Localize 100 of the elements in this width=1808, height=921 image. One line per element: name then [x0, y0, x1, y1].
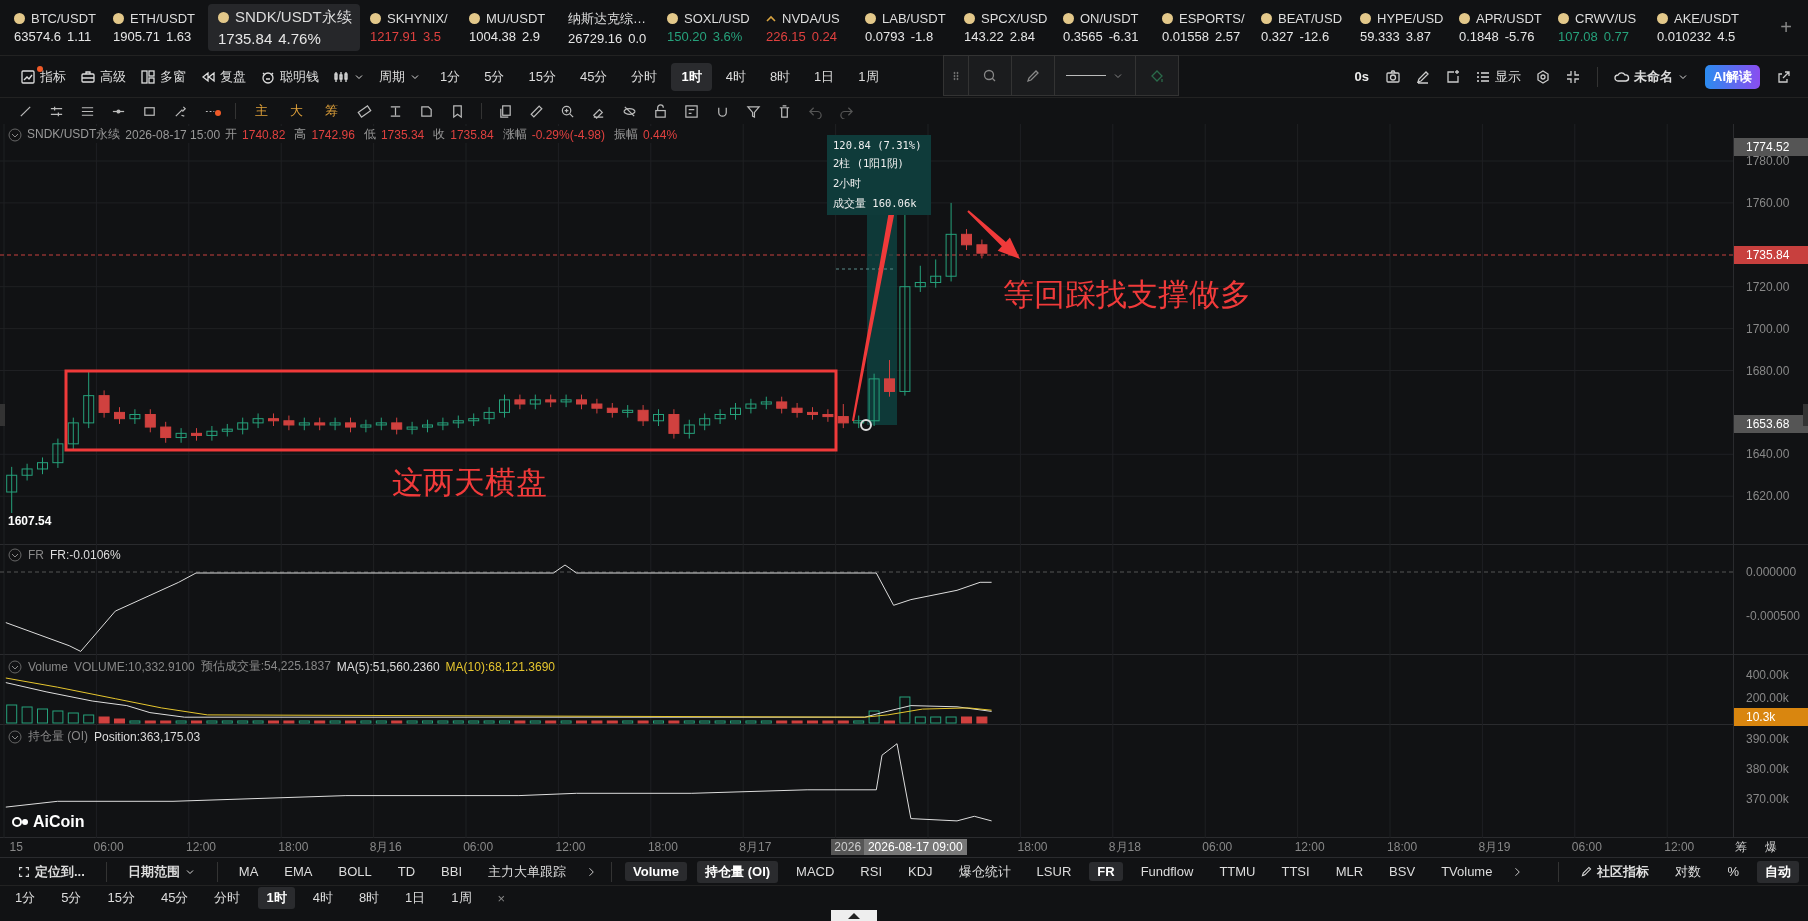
ticker-tab[interactable]: BEAT/USD 0.327 -12.6 — [1257, 7, 1356, 48]
filter-icon[interactable] — [746, 103, 761, 119]
period-tab[interactable]: 1时 — [671, 62, 712, 91]
indicator-tab[interactable]: 主力大单跟踪 — [480, 860, 575, 883]
scale-option[interactable]: % — [1719, 862, 1747, 881]
ticker-tab[interactable]: SKHYNIX/ 1217.91 3.5 — [366, 7, 465, 48]
indicator-tab[interactable]: MLR — [1327, 862, 1372, 881]
drag-handle-icon[interactable] — [950, 69, 962, 82]
briefcase-icon[interactable] — [80, 68, 96, 85]
ticker-tab[interactable]: SNDK/USDT永续 1735.84 4.76% — [208, 4, 360, 51]
toolbar-button[interactable]: 高级 — [74, 63, 132, 90]
ticker-tab[interactable]: ON/USDT 0.3565 -6.31 — [1059, 7, 1158, 48]
share-icon[interactable] — [1776, 68, 1792, 85]
overlay-tool-button[interactable]: 主 — [244, 102, 279, 120]
ticker-tab[interactable]: MU/USDT 1004.38 2.9 — [465, 7, 564, 48]
period-tab[interactable]: 1日 — [397, 887, 434, 909]
range-icon[interactable] — [388, 103, 403, 119]
period-tab[interactable]: 8时 — [350, 887, 388, 909]
collapse-icon[interactable] — [8, 127, 22, 142]
ticker-tab[interactable]: APR/USDT 0.1848 -5.76 — [1455, 7, 1554, 48]
indicator-tab[interactable]: KDJ — [900, 862, 941, 881]
ticker-tab[interactable]: AKE/USDT 0.010232 4.5 — [1653, 7, 1752, 48]
corner-tool[interactable]: 筹 — [1734, 838, 1747, 857]
indicator-tab[interactable]: FR — [1089, 862, 1123, 881]
indicator-tab[interactable]: BSV — [1381, 862, 1424, 881]
overlay-tool-button[interactable]: 筹 — [314, 102, 349, 120]
period-tab[interactable]: 5分 — [53, 887, 90, 909]
ticker-tab[interactable]: BTC/USDT 63574.6 1.11 — [10, 7, 109, 48]
right-handle[interactable] — [1803, 404, 1808, 426]
collapse-icon[interactable] — [8, 548, 22, 562]
overlay-tool-button[interactable]: 大 — [279, 102, 314, 120]
corner-tool[interactable]: 爆 — [1764, 838, 1777, 857]
collapse-icon[interactable] — [8, 729, 22, 744]
ticker-tab[interactable]: NVDA/US 226.15 0.24 — [762, 7, 861, 48]
camera-icon[interactable] — [1385, 68, 1401, 85]
ticker-tab[interactable]: ESPORTS/ 0.01558 2.57 — [1158, 7, 1257, 48]
ticker-tab[interactable]: CRWV/US 107.08 0.77 — [1554, 7, 1653, 48]
period-tab[interactable]: 15分 — [518, 62, 566, 91]
display-button[interactable]: 显示 — [1469, 63, 1527, 90]
left-handle[interactable] — [0, 404, 5, 426]
period-tab[interactable]: 1日 — [804, 62, 845, 91]
indicator-tab[interactable]: TVolume — [1433, 862, 1501, 881]
period-tab[interactable]: 4时 — [304, 887, 341, 909]
ticker-tab[interactable]: 纳斯达克综… 26729.16 0.0 — [564, 5, 663, 50]
indicator-tab[interactable]: MACD — [788, 862, 843, 881]
checklist-icon[interactable] — [684, 103, 699, 119]
ticker-tab[interactable]: SOXL/USD 150.20 3.6% — [663, 7, 762, 48]
indicator-tab[interactable]: 持仓量 (OI) — [697, 860, 779, 883]
period-tab[interactable]: 1时 — [258, 887, 295, 909]
add-symbol-button[interactable]: + — [1764, 16, 1808, 39]
community-button[interactable]: 社区指标 — [1572, 860, 1658, 883]
indicator-tab[interactable]: TTMU — [1211, 862, 1264, 881]
hexagon-icon[interactable] — [1535, 68, 1551, 85]
measure-icon[interactable] — [529, 103, 544, 119]
indicator-tab[interactable]: TTSI — [1273, 862, 1318, 881]
layers-icon[interactable] — [419, 103, 434, 119]
collapse-icon[interactable] — [8, 659, 22, 674]
period-tab[interactable]: 4时 — [715, 62, 756, 91]
measure-point[interactable] — [860, 419, 872, 431]
toolbar-button[interactable]: 聪明钱 — [254, 63, 325, 90]
copy-icon[interactable] — [498, 103, 513, 119]
period-tab[interactable]: 分时 — [621, 62, 668, 91]
zoom-in-icon[interactable] — [560, 103, 575, 119]
period-tab[interactable]: 45分 — [152, 887, 197, 909]
ruler-icon[interactable] — [357, 103, 372, 119]
ticker-tab[interactable]: SPCX/USD 143.22 2.84 — [960, 7, 1059, 48]
locate-icon[interactable] — [17, 864, 31, 879]
grid-icon[interactable] — [140, 68, 156, 85]
layout-dropdown[interactable]: 未命名 — [1608, 63, 1695, 90]
expand-handle[interactable] — [831, 910, 877, 921]
toolbar-button[interactable]: 多窗 — [134, 63, 192, 90]
toolbar-button[interactable]: 复盘 — [194, 63, 252, 90]
indicator-tab[interactable]: TD — [389, 862, 424, 881]
period-tab[interactable]: 1分 — [7, 887, 44, 909]
date-range-dropdown[interactable]: 日期范围 — [119, 860, 204, 883]
lock-icon[interactable] — [653, 103, 668, 119]
indicator-tab[interactable]: BOLL — [330, 862, 380, 881]
indicator-tab[interactable]: LSUR — [1028, 862, 1080, 881]
add-box-icon[interactable] — [1445, 68, 1461, 85]
period-tab[interactable]: 1分 — [430, 62, 471, 91]
toolbar-button[interactable]: 指标 — [14, 63, 72, 90]
period-dropdown[interactable]: 周期 — [373, 63, 427, 90]
indicator-tab[interactable]: 爆仓统计 — [950, 860, 1019, 883]
ticker-tab[interactable]: HYPE/USD 59.333 3.87 — [1356, 7, 1455, 48]
indicator-tab[interactable]: Volume — [625, 862, 688, 881]
scale-option[interactable]: 自动 — [1757, 860, 1799, 883]
indicator-tab[interactable]: EMA — [276, 862, 321, 881]
bookmark-icon[interactable] — [450, 103, 465, 119]
locate-button[interactable]: 定位到... — [9, 860, 93, 883]
close-button[interactable]: × — [489, 888, 514, 908]
edit-icon[interactable] — [1580, 865, 1594, 878]
indicator-tab[interactable]: MA — [230, 862, 267, 881]
trash-icon[interactable] — [777, 103, 792, 119]
period-tab[interactable]: 15分 — [99, 887, 143, 909]
period-tab[interactable]: 5分 — [474, 62, 515, 91]
indicator-tab[interactable]: RSI — [852, 862, 891, 881]
period-tab[interactable]: 分时 — [206, 887, 249, 909]
indicator-tab[interactable]: Fundflow — [1132, 862, 1202, 881]
period-tab[interactable]: 45分 — [569, 62, 618, 91]
period-tab[interactable]: 8时 — [759, 62, 801, 91]
